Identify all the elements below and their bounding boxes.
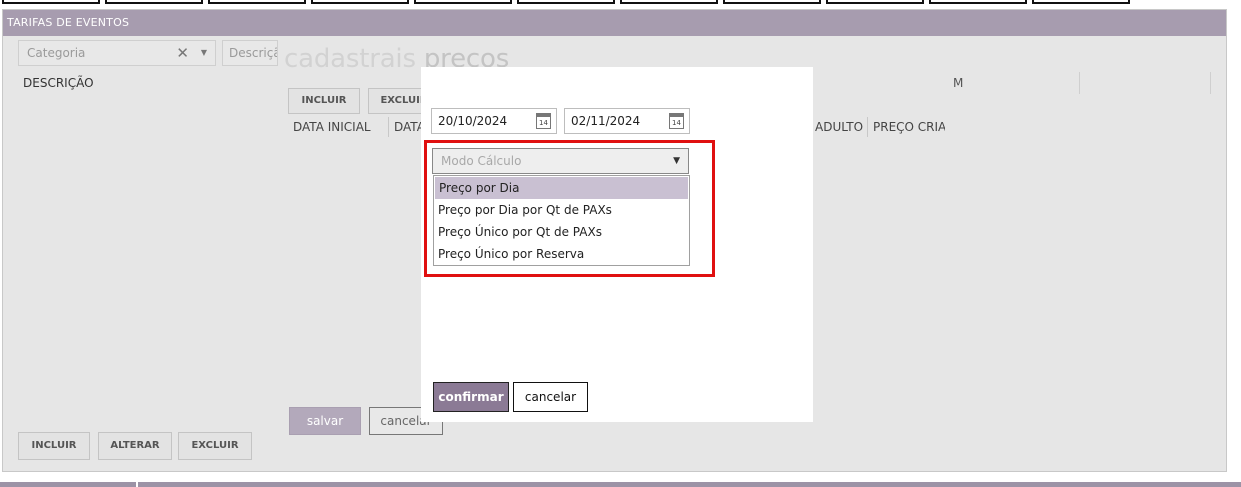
chevron-down-icon[interactable]: ▼	[201, 41, 207, 65]
bottom-bar	[0, 482, 1241, 487]
column-header-preco-crianca: PREÇO CRIAN	[873, 120, 945, 134]
option-preco-por-dia[interactable]: Preço por Dia	[435, 177, 688, 199]
confirm-button[interactable]: confirmar	[433, 382, 509, 412]
option-preco-por-dia-por-qt-paxs[interactable]: Preço por Dia por Qt de PAXs	[434, 199, 689, 221]
top-tab[interactable]	[1032, 0, 1130, 4]
category-placeholder: Categoria	[27, 46, 86, 60]
option-preco-unico-por-reserva[interactable]: Preço Único por Reserva	[434, 243, 689, 265]
calendar-icon[interactable]: 14	[536, 113, 551, 129]
column-header-data-final: DATA FINAL	[394, 120, 422, 134]
top-tab[interactable]	[517, 0, 615, 4]
calendar-icon[interactable]: 14	[669, 113, 684, 129]
alterar-button[interactable]: ALTERAR	[98, 432, 172, 460]
column-header-m: M	[953, 76, 964, 90]
start-date-input[interactable]: 20/10/2024 14	[431, 108, 557, 134]
calc-mode-placeholder: Modo Cálculo	[441, 154, 522, 168]
top-tab[interactable]	[929, 0, 1027, 4]
column-divider	[867, 117, 868, 137]
top-tab[interactable]	[2, 0, 100, 4]
calc-mode-select[interactable]: Modo Cálculo ▼	[432, 148, 689, 174]
column-divider	[388, 117, 389, 137]
save-button[interactable]: salvar	[289, 407, 361, 435]
end-date-value: 02/11/2024	[571, 114, 641, 128]
start-date-value: 20/10/2024	[438, 114, 508, 128]
incluir-button[interactable]: INCLUIR	[18, 432, 90, 460]
top-tab[interactable]	[105, 0, 203, 4]
sub-incluir-button[interactable]: INCLUIR	[288, 88, 360, 114]
chevron-down-icon[interactable]: ▼	[673, 149, 680, 173]
column-header-data-inicial: DATA INICIAL	[293, 120, 371, 134]
calendar-day: 14	[539, 119, 548, 127]
column-divider	[1079, 72, 1080, 94]
top-tab[interactable]	[311, 0, 409, 4]
end-date-input[interactable]: 02/11/2024 14	[564, 108, 690, 134]
excluir-button[interactable]: EXCLUIR	[178, 432, 252, 460]
top-tab[interactable]	[620, 0, 718, 4]
top-tab[interactable]	[208, 0, 306, 4]
clear-icon[interactable]: ✕	[176, 41, 189, 65]
panel-title: TARIFAS DE EVENTOS	[3, 10, 1226, 36]
category-combo[interactable]: Categoria ✕ ▼	[18, 40, 216, 66]
column-divider	[1210, 72, 1211, 94]
description-filter-input[interactable]: Descrição	[222, 40, 278, 66]
top-tab[interactable]	[723, 0, 821, 4]
column-header-adulto: ADULTO	[815, 120, 864, 134]
price-mode-dialog: 20/10/2024 14 02/11/2024 14 Modo Cálculo…	[421, 67, 813, 422]
tab-cadastrais[interactable]: cadastrais	[284, 44, 416, 74]
top-tab[interactable]	[414, 0, 512, 4]
calendar-day: 14	[672, 119, 681, 127]
calc-mode-options: Preço por Dia Preço por Dia por Qt de PA…	[433, 175, 690, 266]
description-placeholder: Descrição	[229, 46, 277, 60]
option-preco-unico-por-qt-paxs[interactable]: Preço Único por Qt de PAXs	[434, 221, 689, 243]
column-header-description: DESCRIÇÃO	[23, 76, 94, 90]
cancel-button[interactable]: cancelar	[513, 382, 588, 412]
top-tab[interactable]	[826, 0, 924, 4]
